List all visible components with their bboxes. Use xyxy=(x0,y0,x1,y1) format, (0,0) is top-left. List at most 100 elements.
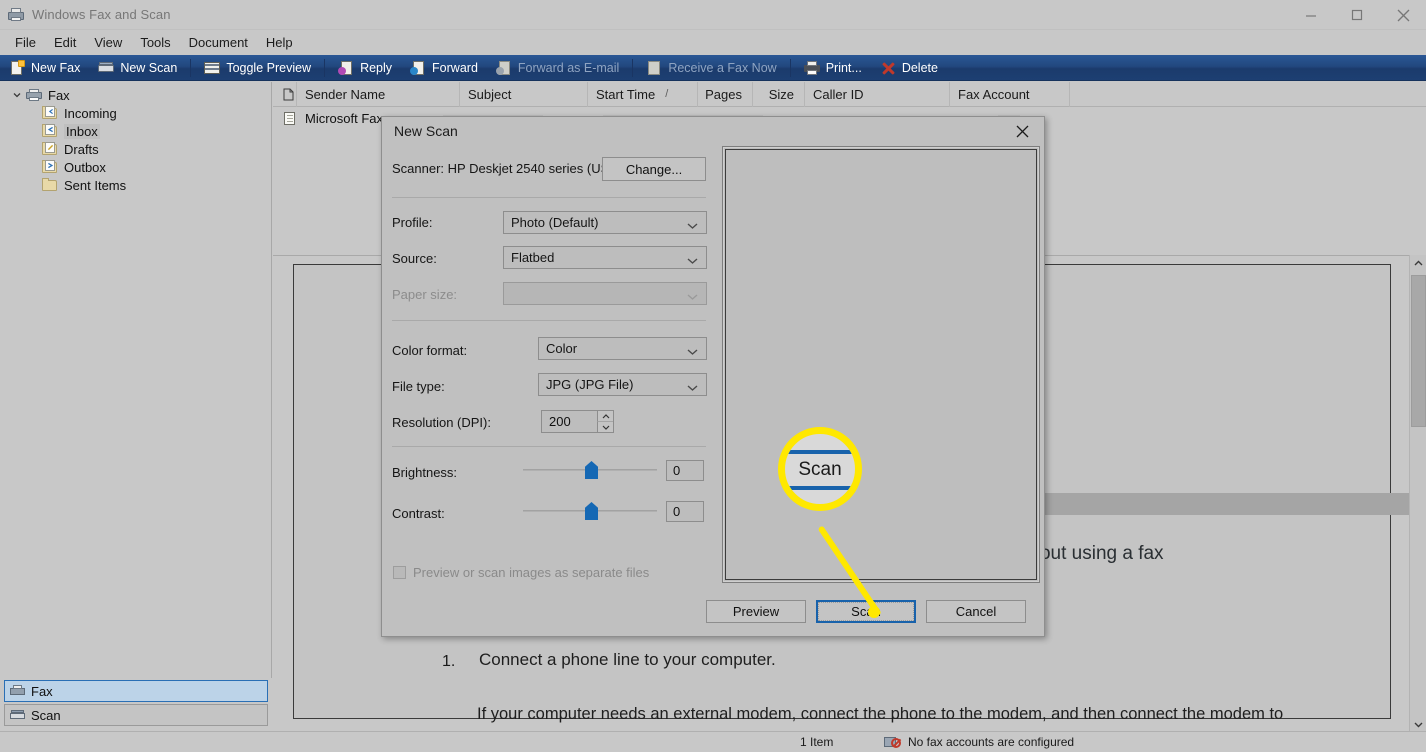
document-icon xyxy=(283,111,295,125)
toolbar-separator xyxy=(789,58,791,77)
dialog-close-button[interactable] xyxy=(1000,117,1044,145)
row-attachment-icon xyxy=(273,111,297,125)
toolbar-toggle-preview-label: Toggle Preview xyxy=(226,60,312,75)
column-header-subject[interactable]: Subject xyxy=(460,81,588,107)
toolbar-separator xyxy=(632,58,634,77)
menu-item-file[interactable]: File xyxy=(6,32,45,53)
column-header-sender-name-label: Sender Name xyxy=(305,86,386,102)
status-bar: 1 Item No fax accounts are configured xyxy=(0,731,1426,752)
menu-item-view[interactable]: View xyxy=(85,32,131,53)
sidebar-item-inbox-label: Inbox xyxy=(64,123,100,139)
column-header-size-label: Size xyxy=(768,86,794,102)
column-header-pages[interactable]: Pages xyxy=(698,81,753,107)
status-item-count: 1 Item xyxy=(800,735,834,749)
sent-items-folder-icon xyxy=(42,177,58,193)
sidebar-item-drafts[interactable]: Drafts xyxy=(0,140,271,158)
toolbar: New Fax New Scan Toggle Preview Reply Fo… xyxy=(0,55,1426,81)
sidebar-item-incoming-label: Incoming xyxy=(64,105,117,121)
inbox-folder-icon xyxy=(42,123,58,139)
column-header-attachment[interactable] xyxy=(273,81,297,107)
menu-item-edit[interactable]: Edit xyxy=(45,32,85,53)
scanner-label: Scanner: HP Deskjet 2540 series (USB) xyxy=(392,161,623,176)
toolbar-forward-label: Forward xyxy=(432,60,478,75)
toolbar-delete[interactable]: Delete xyxy=(871,55,947,80)
menu-item-tools[interactable]: Tools xyxy=(131,32,179,53)
reply-icon xyxy=(338,60,354,75)
window-controls xyxy=(1288,0,1426,30)
scroll-up-arrow-icon[interactable] xyxy=(1410,255,1426,272)
toolbar-reply-label: Reply xyxy=(360,60,393,75)
forward-icon xyxy=(410,60,426,75)
tree-root-label: Fax xyxy=(48,87,70,103)
scan-icon xyxy=(9,708,27,722)
sidebar-item-incoming[interactable]: Incoming xyxy=(0,104,271,122)
sort-indicator-icon: / xyxy=(665,88,669,100)
toolbar-separator xyxy=(324,58,326,77)
column-header-fax-account[interactable]: Fax Account xyxy=(950,81,1070,107)
maximize-icon[interactable] xyxy=(1334,0,1380,30)
column-header-size[interactable]: Size xyxy=(753,81,805,107)
chevron-down-icon[interactable] xyxy=(10,88,24,102)
menu-item-help[interactable]: Help xyxy=(257,32,302,53)
column-header-pages-label: Pages xyxy=(705,86,742,102)
column-header-start-time[interactable]: Start Time / xyxy=(588,81,698,107)
column-header-fax-account-label: Fax Account xyxy=(958,86,1030,102)
sidebar-item-sent-items[interactable]: Sent Items xyxy=(0,176,271,194)
toolbar-print[interactable]: Print... xyxy=(795,55,871,80)
sidebar-item-drafts-label: Drafts xyxy=(64,141,99,157)
toolbar-toggle-preview[interactable]: Toggle Preview xyxy=(195,55,320,80)
toolbar-receive-fax-label: Receive a Fax Now xyxy=(668,60,777,75)
toggle-preview-icon xyxy=(204,61,221,75)
column-header-caller-id[interactable]: Caller ID xyxy=(805,81,950,107)
nav-button-fax-label: Fax xyxy=(31,683,53,699)
column-header-subject-label: Subject xyxy=(468,86,512,102)
column-header-sender-name[interactable]: Sender Name xyxy=(297,81,460,107)
status-fax-account-label: No fax accounts are configured xyxy=(908,735,1075,749)
toolbar-forward[interactable]: Forward xyxy=(401,55,487,80)
close-icon[interactable] xyxy=(1380,0,1426,30)
document-paragraph: If your computer needs an external modem… xyxy=(477,705,1284,723)
nav-button-fax[interactable]: Fax xyxy=(4,680,268,702)
nav-button-group: Fax Scan xyxy=(0,678,272,733)
document-list-item: Connect a phone line to your computer. xyxy=(479,650,776,669)
window-title: Windows Fax and Scan xyxy=(32,7,171,22)
fax-printer-icon xyxy=(8,7,24,23)
forward-as-email-icon xyxy=(495,60,512,75)
application-window: Windows Fax and Scan File Edit View Tool… xyxy=(0,0,1426,752)
status-fax-account: No fax accounts are configured xyxy=(884,735,1074,749)
dialog-title: New Scan xyxy=(394,123,458,139)
sidebar-item-inbox[interactable]: Inbox xyxy=(0,122,271,140)
column-header-start-time-label: Start Time xyxy=(596,86,656,102)
fax-icon xyxy=(9,684,27,698)
column-header-caller-id-label: Caller ID xyxy=(813,86,864,102)
new-fax-icon xyxy=(9,59,25,75)
toolbar-new-scan[interactable]: New Scan xyxy=(89,55,186,80)
scrollbar-thumb[interactable] xyxy=(1411,275,1426,427)
toolbar-print-label: Print... xyxy=(825,60,862,75)
minimize-icon[interactable] xyxy=(1288,0,1334,30)
print-icon xyxy=(803,60,820,75)
title-bar: Windows Fax and Scan xyxy=(0,0,1426,30)
tree-root-fax[interactable]: Fax xyxy=(0,86,271,104)
sidebar-item-outbox[interactable]: Outbox xyxy=(0,158,271,176)
toolbar-forward-as-email: Forward as E-mail xyxy=(487,55,628,80)
incoming-folder-icon xyxy=(42,105,58,121)
drafts-folder-icon xyxy=(42,141,58,157)
new-scan-dialog: New Scan xyxy=(381,116,1045,637)
menu-item-document[interactable]: Document xyxy=(180,32,257,53)
outbox-folder-icon xyxy=(42,159,58,175)
nav-button-scan[interactable]: Scan xyxy=(4,704,268,726)
dialog-body xyxy=(382,145,1044,638)
message-list-header: Sender Name Subject Start Time / Pages S… xyxy=(273,81,1426,107)
toolbar-delete-label: Delete xyxy=(901,60,938,75)
fax-icon xyxy=(26,88,42,103)
folder-pane: Fax Incoming Inbox Drafts Outbox Sent It… xyxy=(0,82,272,678)
toolbar-new-fax-label: New Fax xyxy=(31,60,81,75)
sidebar-item-outbox-label: Outbox xyxy=(64,159,106,175)
toolbar-new-fax[interactable]: New Fax xyxy=(0,55,89,80)
vertical-scrollbar[interactable] xyxy=(1409,255,1426,733)
document-redaction-bar xyxy=(1034,493,1426,515)
menu-bar: File Edit View Tools Document Help xyxy=(0,30,1426,55)
toolbar-reply[interactable]: Reply xyxy=(329,55,401,80)
toolbar-receive-fax-now: Receive a Fax Now xyxy=(637,55,785,80)
